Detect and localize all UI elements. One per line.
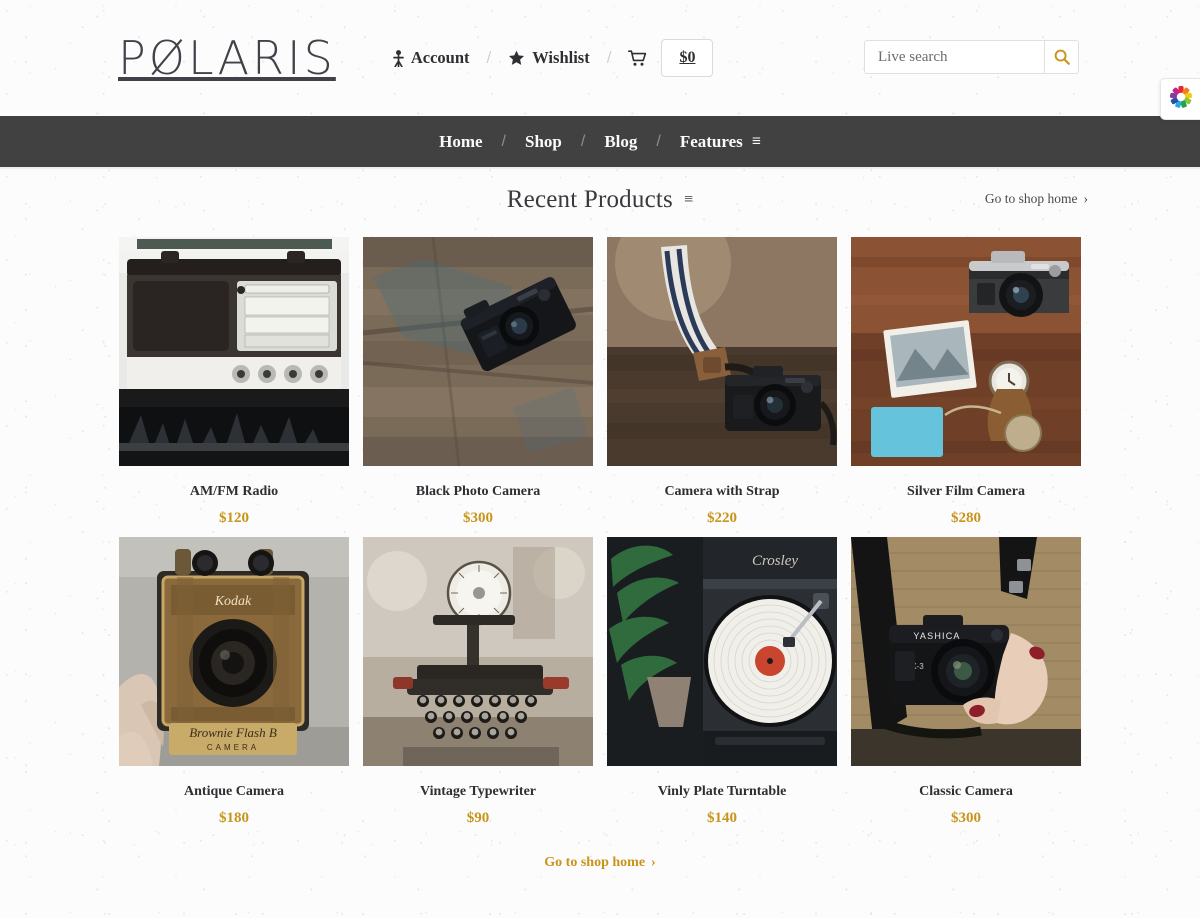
product-price: $180 bbox=[219, 809, 249, 826]
shop-home-link-top[interactable]: Go to shop home › bbox=[985, 191, 1088, 207]
product-image-vinly-plate-turntable[interactable]: Crosley bbox=[607, 536, 837, 766]
product-image-classic-camera[interactable]: YASHICA FX-3 bbox=[851, 536, 1081, 766]
chevron-right-icon: › bbox=[651, 854, 656, 870]
page-title: Recent Products ≡ bbox=[507, 186, 693, 214]
shop-home-link-top-label: Go to shop home bbox=[984, 191, 1078, 206]
product-price: $280 bbox=[951, 509, 981, 526]
product-image-am-fm-radio[interactable] bbox=[119, 237, 349, 466]
search-icon bbox=[1054, 49, 1070, 65]
product-name[interactable]: Antique Camera bbox=[184, 784, 284, 801]
product-image-silver-film-camera[interactable] bbox=[851, 237, 1081, 466]
product-card: Vintage Typewriter $90 bbox=[363, 536, 593, 827]
product-card: YASHICA FX-3 Classic Camera $300 bbox=[851, 536, 1081, 827]
nav-separator-3: / bbox=[656, 132, 661, 150]
nav-item-home[interactable]: Home bbox=[439, 132, 482, 152]
section-bars-icon: ≡ bbox=[683, 191, 694, 208]
product-image-antique-camera[interactable]: Kodak Brownie Flash B CAMERA bbox=[119, 536, 349, 766]
search-form bbox=[864, 40, 1079, 74]
nav-item-features-label: Features bbox=[679, 131, 743, 151]
product-card: Black Photo Camera $300 bbox=[363, 237, 593, 527]
product-image-black-photo-camera[interactable] bbox=[363, 237, 593, 466]
product-name[interactable]: AM/FM Radio bbox=[190, 484, 278, 501]
product-price: $300 bbox=[951, 809, 981, 826]
product-price: $300 bbox=[463, 509, 493, 526]
main-navigation: Home / Shop / Blog / Features ≡ bbox=[0, 116, 1200, 167]
product-price: $220 bbox=[707, 509, 737, 526]
nav-item-features[interactable]: Features ≡ bbox=[680, 132, 761, 152]
product-name[interactable]: Black Photo Camera bbox=[416, 484, 540, 501]
product-price: $140 bbox=[707, 809, 737, 826]
chevron-right-icon: › bbox=[1083, 191, 1089, 206]
shop-home-link-bottom[interactable]: Go to shop home › bbox=[0, 855, 1200, 871]
person-icon bbox=[392, 49, 404, 67]
product-name[interactable]: Camera with Strap bbox=[664, 484, 779, 501]
product-card: Silver Film Camera $280 bbox=[851, 237, 1081, 527]
section-header: Recent Products ≡ Go to shop home › bbox=[0, 167, 1200, 233]
product-card: Camera with Strap $220 bbox=[607, 237, 837, 527]
product-card: Kodak Brownie Flash B CAMERA Antique Cam… bbox=[119, 536, 349, 827]
nav-separator-2: / bbox=[580, 132, 586, 150]
page-root: PØLARIS Account / Wishlist / $0 Live sea… bbox=[0, 0, 1200, 918]
svg-text:Kodak: Kodak bbox=[214, 594, 252, 609]
color-wheel-icon bbox=[1169, 85, 1193, 114]
svg-text:YASHICA: YASHICA bbox=[913, 631, 960, 641]
nav-item-shop[interactable]: Shop bbox=[525, 132, 562, 152]
product-image-vintage-typewriter[interactable] bbox=[363, 536, 593, 766]
search-input[interactable] bbox=[864, 40, 1044, 74]
wishlist-label: Wishlist bbox=[532, 48, 590, 67]
account-label: Account bbox=[410, 48, 470, 67]
nav-separator-1: / bbox=[501, 132, 506, 150]
product-price: $90 bbox=[466, 809, 490, 826]
site-header: PØLARIS Account / Wishlist / $0 Live sea… bbox=[0, 0, 1200, 116]
product-name[interactable]: Classic Camera bbox=[919, 784, 1013, 801]
cart-area: $0 bbox=[628, 39, 714, 77]
hamburger-bars-icon: ≡ bbox=[751, 132, 761, 150]
shop-home-link-bottom-label: Go to shop home bbox=[544, 854, 646, 870]
product-name[interactable]: Vintage Typewriter bbox=[420, 784, 536, 801]
wishlist-link[interactable]: Wishlist bbox=[508, 48, 590, 68]
cart-total-button[interactable]: $0 bbox=[661, 39, 714, 77]
header-utility-links: Account / Wishlist / $0 bbox=[392, 39, 714, 77]
product-card: AM/FM Radio $120 bbox=[119, 237, 349, 527]
header-separator-2: / bbox=[606, 48, 612, 67]
page-title-text: Recent Products bbox=[506, 186, 673, 213]
account-link[interactable]: Account bbox=[392, 48, 470, 68]
product-grid: AM/FM Radio $120 Black Photo Camera $300… bbox=[0, 233, 1200, 827]
color-switcher-tab[interactable] bbox=[1160, 78, 1200, 120]
nav-item-blog[interactable]: Blog bbox=[604, 132, 637, 152]
product-image-camera-with-strap[interactable] bbox=[607, 237, 837, 466]
product-price: $120 bbox=[219, 509, 249, 526]
svg-text:Brownie Flash B: Brownie Flash B bbox=[189, 725, 277, 740]
product-card: Crosley Vinly Plate Turntable $140 bbox=[607, 536, 837, 827]
site-logo[interactable]: PØLARIS bbox=[118, 35, 336, 81]
product-name[interactable]: Vinly Plate Turntable bbox=[658, 784, 787, 801]
svg-text:CAMERA: CAMERA bbox=[207, 743, 259, 752]
nav-items: Home / Shop / Blog / Features ≡ bbox=[439, 132, 761, 152]
search-button[interactable] bbox=[1044, 40, 1079, 74]
star-icon bbox=[508, 50, 525, 66]
svg-text:Crosley: Crosley bbox=[752, 553, 798, 569]
shopping-cart-icon[interactable] bbox=[628, 49, 647, 67]
header-separator-1: / bbox=[486, 48, 492, 67]
product-name[interactable]: Silver Film Camera bbox=[907, 484, 1025, 501]
